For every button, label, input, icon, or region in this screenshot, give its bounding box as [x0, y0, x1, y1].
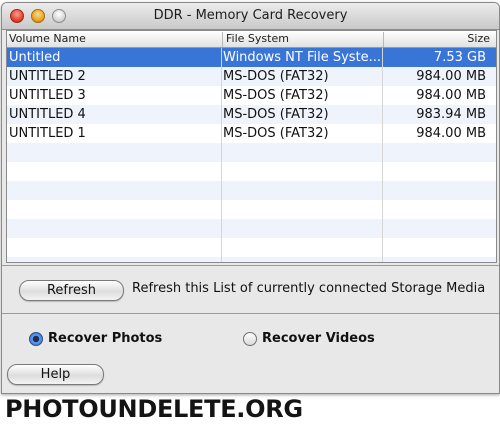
cell-size: 984.00 MB: [416, 126, 486, 141]
cell-file-system: MS-DOS (FAT32): [223, 88, 329, 103]
empty-row: [7, 143, 496, 162]
divider: [2, 265, 499, 266]
empty-row: [7, 219, 496, 238]
cell-size: 983.94 MB: [416, 107, 486, 122]
divider: [2, 313, 499, 314]
volume-table[interactable]: Volume Name File System Size UNTITLED 1 M…: [6, 30, 497, 263]
table-row[interactable]: UNTITLED 4 MS-DOS (FAT32) 983.94 MB: [7, 105, 496, 124]
header-size[interactable]: Size: [383, 32, 494, 47]
recover-photos-label[interactable]: Recover Photos: [48, 331, 162, 346]
empty-row: [7, 257, 496, 262]
refresh-button[interactable]: Refresh: [19, 280, 124, 301]
header-file-system[interactable]: File System: [222, 32, 388, 47]
cell-file-system: MS-DOS (FAT32): [223, 126, 329, 141]
cell-volume-name: UNTITLED 4: [9, 107, 86, 122]
cell-file-system: Windows NT File Syste...: [223, 50, 382, 65]
table-row[interactable]: UNTITLED 1 MS-DOS (FAT32) 984.00 MB: [7, 124, 496, 143]
table-row[interactable]: UNTITLED 2 MS-DOS (FAT32) 984.00 MB: [7, 67, 496, 86]
header-volume-name[interactable]: Volume Name: [9, 32, 217, 47]
cell-volume-name: Untitled: [9, 50, 61, 65]
cell-volume-name: UNTITLED 3: [9, 88, 86, 103]
empty-row: [7, 238, 496, 257]
help-button[interactable]: Help: [7, 364, 104, 385]
table-row[interactable]: Untitled Windows NT File Syste... 7.53 GB: [7, 48, 496, 67]
app-window: DDR - Memory Card Recovery Volume Name F…: [1, 2, 500, 394]
column-divider: [382, 48, 383, 262]
cell-size: 984.00 MB: [416, 88, 486, 103]
table-body: UNTITLED 1 MS-DOS (FAT32) 984.00 MB UNTITLE…: [7, 48, 496, 262]
table-header: Volume Name File System Size: [7, 31, 496, 48]
cell-file-system: MS-DOS (FAT32): [223, 69, 329, 84]
recover-videos-label[interactable]: Recover Videos: [262, 331, 375, 346]
window-title: DDR - Memory Card Recovery: [153, 8, 348, 23]
cell-volume-name: UNTITLED 2: [9, 69, 86, 84]
column-divider: [221, 48, 222, 262]
refresh-description: Refresh this List of currently connected…: [132, 281, 486, 296]
title-bar[interactable]: DDR - Memory Card Recovery: [2, 3, 499, 30]
cell-size: 7.53 GB: [433, 50, 486, 65]
empty-row: [7, 181, 496, 200]
recover-photos-radio[interactable]: [29, 332, 43, 346]
cell-size: 984.00 MB: [416, 69, 486, 84]
cell-file-system: MS-DOS (FAT32): [223, 107, 329, 122]
recover-videos-radio[interactable]: [243, 332, 257, 346]
empty-row: [7, 162, 496, 181]
cell-volume-name: UNTITLED 1: [9, 126, 86, 141]
watermark-logo: PHOTOUNDELETE.ORG: [5, 395, 303, 423]
empty-row: [7, 200, 496, 219]
table-row[interactable]: UNTITLED 3 MS-DOS (FAT32) 984.00 MB: [7, 86, 496, 105]
